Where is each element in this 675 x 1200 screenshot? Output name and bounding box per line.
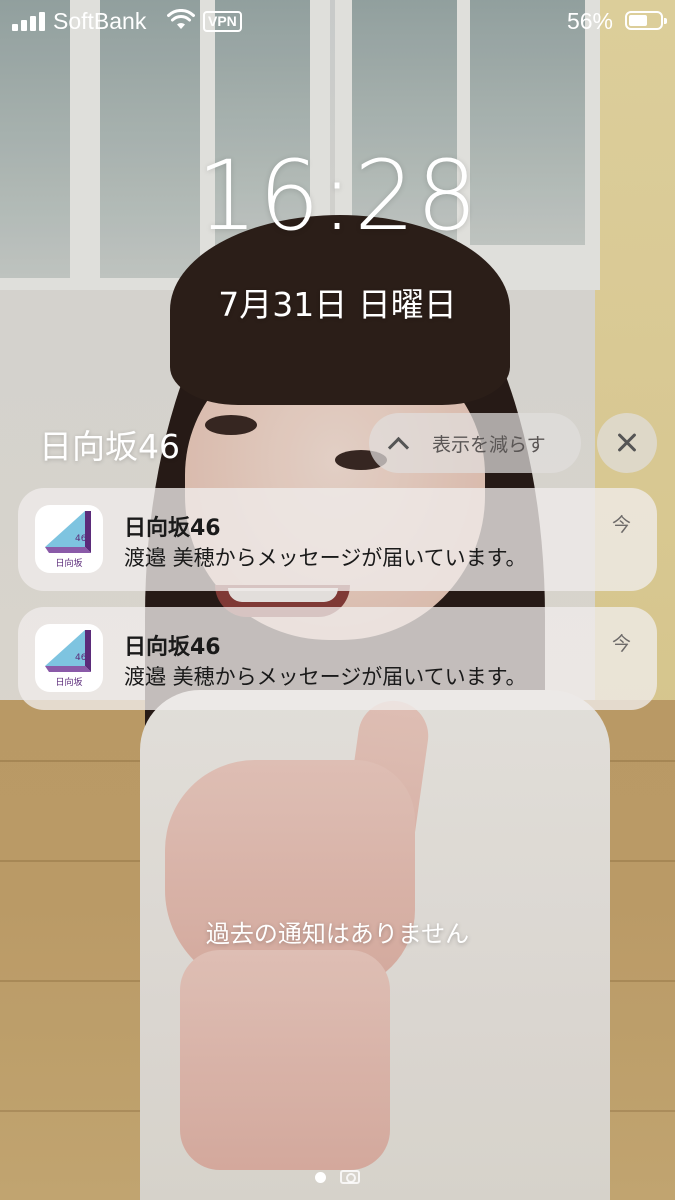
notification-message: 渡邉 美穂からメッセージが届いています。 <box>124 665 527 689</box>
battery-percentage: 56% <box>566 8 613 34</box>
carrier-name: SoftBank <box>53 8 147 34</box>
page-indicator[interactable] <box>0 1170 675 1184</box>
lock-screen-date: 7月31日 日曜日 <box>218 285 457 324</box>
svg-text:日向坂: 日向坂 <box>55 557 82 569</box>
page-dot <box>315 1171 326 1183</box>
notification-app-name: 日向坂46 <box>124 516 221 541</box>
show-less-button[interactable]: 表示を減らす <box>369 413 581 473</box>
notification-message: 渡邉 美穂からメッセージが届いています。 <box>124 546 527 570</box>
notification-card[interactable]: 46 日向坂 日向坂46 渡邉 美穂からメッセージが届いています。 今 <box>18 488 657 591</box>
svg-text:46: 46 <box>75 653 87 663</box>
hinatazaka46-app-icon: 46 日向坂 <box>35 505 103 573</box>
chevron-up-icon <box>387 436 410 458</box>
svg-text:46: 46 <box>75 534 87 544</box>
hinatazaka46-app-icon: 46 日向坂 <box>35 624 103 692</box>
notification-card[interactable]: 46 日向坂 日向坂46 渡邉 美穂からメッセージが届いています。 今 <box>18 607 657 710</box>
status-bar: SoftBank VPN 56% <box>0 0 675 44</box>
show-less-label: 表示を減らす <box>432 433 546 456</box>
notification-time: 今 <box>611 514 631 536</box>
camera-icon <box>340 1170 360 1184</box>
clear-notifications-button[interactable] <box>597 413 657 473</box>
svg-text:日向坂: 日向坂 <box>55 676 82 688</box>
lock-screen-time: 16:28 <box>196 140 479 252</box>
vpn-badge: VPN <box>203 11 242 32</box>
notification-app-name: 日向坂46 <box>124 635 221 660</box>
cellular-signal-icon <box>12 12 45 31</box>
wifi-icon <box>167 9 195 29</box>
notification-time: 今 <box>611 633 631 655</box>
notification-group-title: 日向坂46 <box>39 427 180 466</box>
battery-icon <box>625 11 667 30</box>
no-older-notifications-label: 過去の通知はありません <box>205 920 470 948</box>
